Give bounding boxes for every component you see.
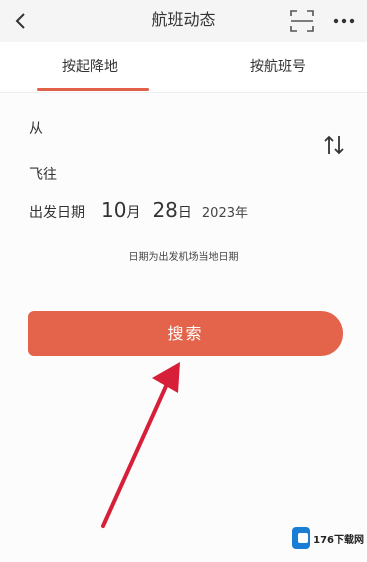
tab-bar: 按起降地 按航班号 — [0, 42, 367, 93]
to-label: 飞往 — [29, 167, 57, 183]
date-day: 28 — [152, 198, 178, 222]
watermark-text: 176下载网 — [313, 534, 364, 546]
more-button[interactable] — [329, 9, 359, 33]
date-month-unit: 月 — [126, 205, 141, 221]
from-label: 从 — [29, 121, 43, 137]
active-tab-indicator — [37, 88, 149, 91]
date-year: 2023年 — [201, 206, 248, 221]
departure-date-field[interactable]: 出发日期 10 月 28 日 2023年 — [29, 198, 329, 238]
swap-icon — [324, 135, 344, 155]
arrival-city-field[interactable]: 飞往 — [29, 154, 299, 194]
date-day-unit: 日 — [177, 205, 192, 221]
more-dots-icon — [333, 18, 355, 24]
date-label: 出发日期 — [29, 205, 85, 221]
watermark-logo-icon — [292, 527, 311, 549]
date-month: 10 — [101, 198, 127, 222]
departure-city-field[interactable]: 从 — [29, 108, 299, 148]
scan-button[interactable] — [289, 9, 315, 33]
tab-by-flight-number[interactable]: 按航班号 — [218, 42, 338, 92]
tab-by-airport[interactable]: 按起降地 — [30, 42, 150, 92]
watermark: 176下载网 — [292, 523, 364, 553]
swap-cities-button[interactable] — [322, 134, 346, 156]
date-hint: 日期为出发机场当地日期 — [128, 252, 239, 263]
search-button[interactable]: 搜索 — [28, 311, 343, 356]
top-bar: 航班动态 — [0, 0, 367, 42]
scan-icon — [290, 10, 314, 32]
